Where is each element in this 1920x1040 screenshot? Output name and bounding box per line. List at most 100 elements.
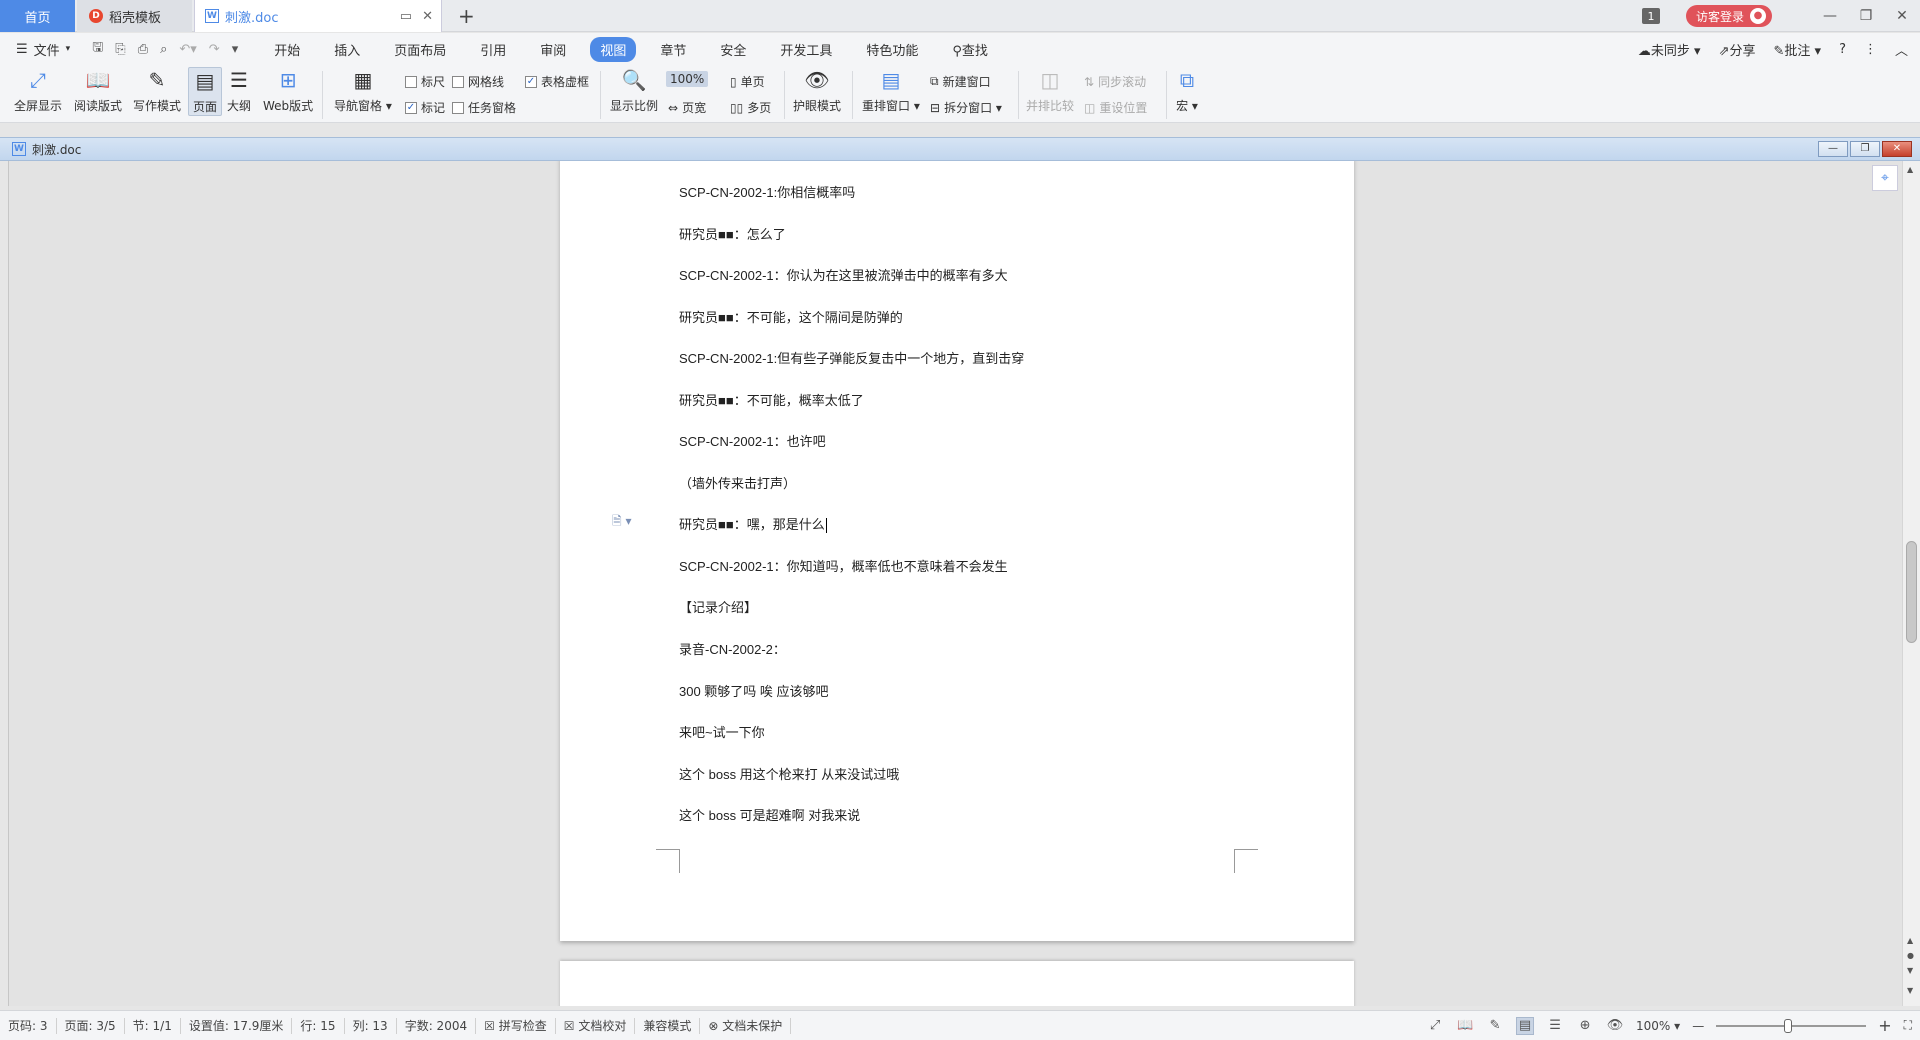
- menu-item-developer[interactable]: 开发工具: [770, 37, 842, 62]
- zoom-slider-knob[interactable]: [1784, 1018, 1793, 1033]
- collapse-ribbon-icon[interactable]: ︿: [1895, 40, 1908, 59]
- format-painter-icon[interactable]: ⎘: [115, 42, 125, 57]
- doc-restore-button[interactable]: ❐: [1850, 141, 1880, 157]
- eye-mode-button[interactable]: 👁 护眼模式: [793, 67, 841, 114]
- reading-layout-button[interactable]: 📖 阅读版式: [74, 67, 122, 114]
- prev-page-icon[interactable]: ▲: [1907, 936, 1913, 945]
- doc-line[interactable]: 研究员■■：不可能，这个隔间是防弹的: [679, 307, 903, 326]
- search-menu[interactable]: ⚲查找: [942, 37, 998, 62]
- zoom-slider[interactable]: [1716, 1018, 1867, 1033]
- menu-item-security[interactable]: 安全: [710, 37, 756, 62]
- tab-template[interactable]: D 稻壳模板: [77, 0, 192, 32]
- minimize-button[interactable]: —: [1812, 8, 1848, 24]
- spell-check-button[interactable]: ☒ 拼写检查: [476, 1017, 556, 1034]
- zoom-dropdown[interactable]: 100% ▾: [1636, 1019, 1680, 1033]
- restore-button[interactable]: ❐: [1848, 8, 1884, 24]
- doc-line[interactable]: 【记录介绍】: [679, 597, 757, 616]
- document-page[interactable]: SCP-CN-2002-1:你相信概率吗 研究员■■：怎么了 SCP-CN-20…: [560, 161, 1354, 941]
- menu-item-section[interactable]: 章节: [650, 37, 696, 62]
- doc-line-current[interactable]: 研究员■■：嘿，那是什么: [679, 514, 827, 534]
- share-button[interactable]: ⇗分享: [1719, 40, 1756, 59]
- multi-page-button[interactable]: ▯▯ 多页: [730, 99, 771, 116]
- protect-status[interactable]: ⊗ 文档未保护: [700, 1017, 792, 1034]
- tab-document[interactable]: W 刺激.doc ▭ ✕: [194, 0, 442, 32]
- file-menu[interactable]: ☰ 文件 ▾: [0, 40, 80, 59]
- fullscreen-button[interactable]: ⤢ 全屏显示: [14, 67, 62, 114]
- web-layout-button[interactable]: ⊞ Web版式: [263, 67, 313, 114]
- outline-view-icon[interactable]: ☰: [1546, 1017, 1564, 1035]
- doc-line[interactable]: 研究员■■：不可能，概率太低了: [679, 390, 864, 409]
- status-word-count[interactable]: 字数: 2004: [397, 1017, 477, 1034]
- side-by-side-button[interactable]: ◫ 并排比较: [1026, 67, 1074, 114]
- doc-line[interactable]: SCP-CN-2002-1：也许吧: [679, 431, 826, 450]
- new-tab-button[interactable]: +: [458, 4, 475, 28]
- fit-window-icon[interactable]: ⛶: [1904, 1018, 1912, 1033]
- eye-mode-icon[interactable]: 👁: [1606, 1017, 1624, 1035]
- reset-position-button[interactable]: ◫ 重设位置: [1084, 99, 1147, 116]
- menu-item-layout[interactable]: 页面布局: [384, 37, 456, 62]
- scroll-down-arrow-icon[interactable]: ▼: [1907, 986, 1913, 995]
- status-row[interactable]: 行: 15: [292, 1017, 345, 1034]
- web-view-icon[interactable]: ⊕: [1576, 1017, 1594, 1035]
- doc-close-button[interactable]: ✕: [1882, 141, 1912, 157]
- annotate-button[interactable]: ✎批注 ▾: [1773, 40, 1821, 59]
- menu-item-references[interactable]: 引用: [470, 37, 516, 62]
- customize-icon[interactable]: ▾: [232, 42, 239, 57]
- doc-line[interactable]: 这个 boss 可是超难啊 对我来说: [679, 805, 860, 824]
- markup-checkbox[interactable]: ✓ 标记: [405, 99, 445, 116]
- menu-item-review[interactable]: 审阅: [530, 37, 576, 62]
- doc-line[interactable]: 来吧~试一下你: [679, 722, 765, 741]
- table-grid-checkbox[interactable]: ✓ 表格虚框: [525, 73, 589, 90]
- doc-minimize-button[interactable]: —: [1818, 141, 1848, 157]
- zoom-in-icon[interactable]: +: [1878, 1016, 1891, 1035]
- visitor-login-button[interactable]: 访客登录 ●: [1685, 5, 1772, 27]
- print-icon[interactable]: ⎙: [138, 42, 148, 57]
- scroll-thumb[interactable]: [1906, 541, 1917, 643]
- doc-line[interactable]: （墙外传来击打声）: [679, 473, 796, 492]
- next-page[interactable]: [560, 961, 1354, 1006]
- doc-line[interactable]: 研究员■■：怎么了: [679, 224, 786, 243]
- undo-icon[interactable]: ↶▾: [179, 42, 196, 57]
- status-column[interactable]: 列: 13: [345, 1017, 397, 1034]
- split-window-button[interactable]: ⊟ 拆分窗口 ▾: [930, 99, 1002, 116]
- single-page-button[interactable]: ▯ 单页: [730, 73, 765, 90]
- reading-view-icon[interactable]: 📖: [1456, 1017, 1474, 1035]
- window-count-badge[interactable]: 1: [1641, 8, 1660, 24]
- status-pages[interactable]: 页面: 3/5: [57, 1017, 125, 1034]
- doc-line[interactable]: 这个 boss 用这个枪来打 从来没试过哦: [679, 764, 899, 783]
- outline-button[interactable]: ☰ 大纲: [226, 67, 252, 114]
- new-window-button[interactable]: ⧉ 新建窗口: [930, 73, 991, 90]
- ruler-checkbox[interactable]: 标尺: [405, 73, 445, 90]
- location-pin-icon[interactable]: ⌖: [1872, 165, 1898, 191]
- page-view-button[interactable]: ▤ 页面: [188, 67, 222, 116]
- writing-mode-button[interactable]: ✎ 写作模式: [133, 67, 181, 114]
- doc-line[interactable]: SCP-CN-2002-1：你认为在这里被流弹击中的概率有多大: [679, 265, 1008, 284]
- print-preview-icon[interactable]: ⌕: [160, 42, 167, 57]
- status-page-number[interactable]: 页码: 3: [0, 1017, 57, 1034]
- sync-button[interactable]: ☁未同步 ▾: [1638, 40, 1701, 59]
- save-icon[interactable]: 🖫: [92, 38, 103, 60]
- writing-view-icon[interactable]: ✎: [1486, 1017, 1504, 1035]
- pin-tab-icon[interactable]: ▭: [400, 9, 412, 24]
- close-tab-icon[interactable]: ✕: [422, 9, 433, 24]
- select-browse-icon[interactable]: ●: [1907, 951, 1914, 960]
- doc-line[interactable]: 录音-CN-2002-2：: [679, 639, 786, 658]
- next-page-icon[interactable]: ▼: [1907, 966, 1913, 975]
- nav-pane-button[interactable]: ▦ 导航窗格 ▾: [334, 67, 392, 114]
- fullscreen-view-icon[interactable]: ⤢: [1426, 1017, 1444, 1035]
- menu-item-insert[interactable]: 插入: [324, 37, 370, 62]
- menu-item-features[interactable]: 特色功能: [856, 37, 928, 62]
- vertical-scrollbar[interactable]: ▲ ▲ ● ▼ ▼: [1902, 161, 1920, 1006]
- status-setting-value[interactable]: 设置值: 17.9厘米: [181, 1017, 293, 1034]
- status-section[interactable]: 节: 1/1: [125, 1017, 181, 1034]
- document-canvas[interactable]: SCP-CN-2002-1:你相信概率吗 研究员■■：怎么了 SCP-CN-20…: [8, 161, 1902, 1006]
- page-view-icon[interactable]: ▤: [1516, 1016, 1535, 1035]
- doc-line[interactable]: SCP-CN-2002-1:你相信概率吗: [679, 182, 855, 201]
- doc-line[interactable]: 300 颗够了吗 唉 应该够吧: [679, 681, 829, 700]
- close-button[interactable]: ✕: [1884, 8, 1920, 24]
- more-icon[interactable]: ⋮: [1864, 42, 1877, 57]
- redo-icon[interactable]: ↷: [209, 42, 220, 57]
- zoom-out-icon[interactable]: —: [1692, 1019, 1704, 1033]
- sync-scroll-button[interactable]: ⇅ 同步滚动: [1084, 73, 1146, 90]
- tab-home[interactable]: 首页: [0, 0, 75, 32]
